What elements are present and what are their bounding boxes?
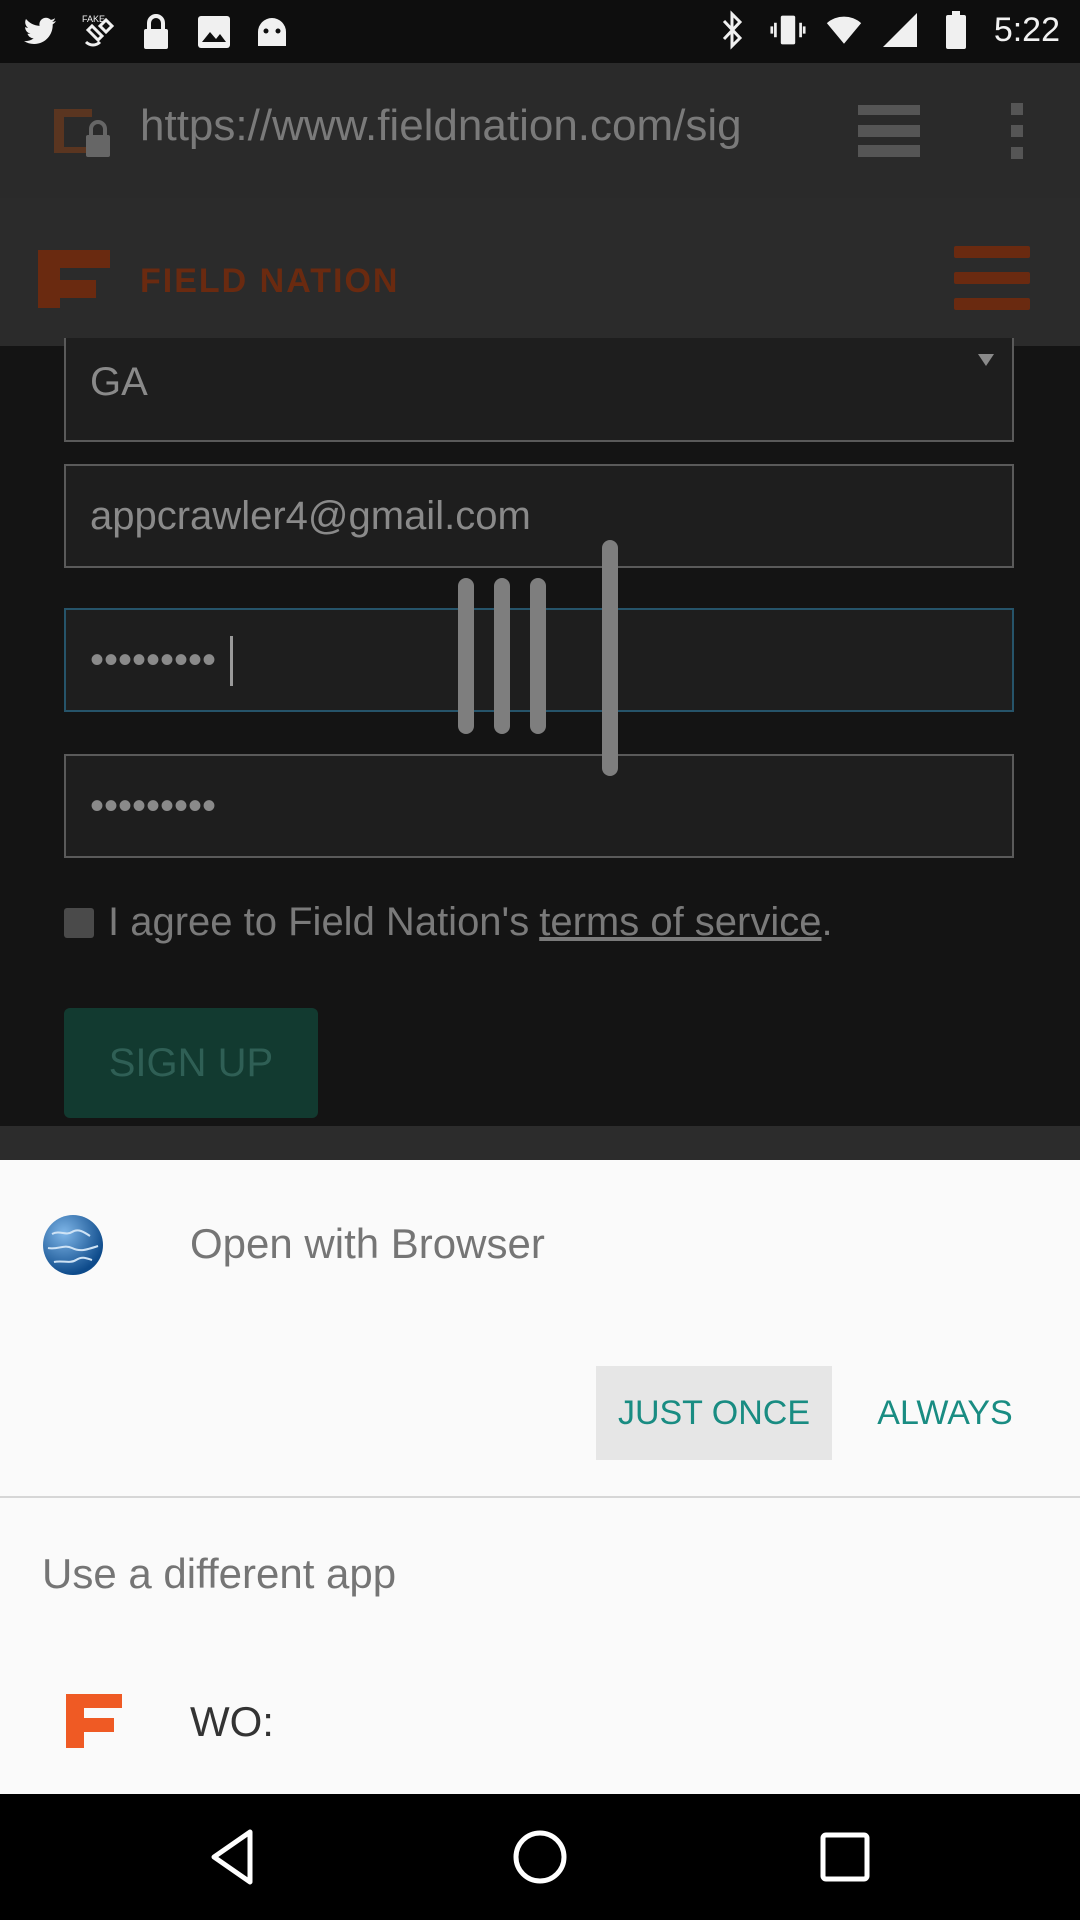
field-nation-logo-icon [38,242,110,308]
state-value: GA [90,360,148,404]
system-icons: 5:22 [714,10,1060,50]
text-cursor [230,636,233,686]
notification-icons: FAKE [22,12,290,52]
loading-indicator-icon [458,540,628,776]
agree-text: I agree to Field Nation's [108,900,530,944]
clock: 5:22 [993,10,1060,49]
lock-icon [138,12,174,52]
password-value: ••••••••• [90,638,217,682]
recents-icon[interactable] [810,1822,880,1892]
dialog-title: Open with Browser [190,1220,545,1267]
app-chooser: Use a different app WO: [0,1498,1080,1794]
terms-link[interactable]: terms of service [539,900,821,944]
app-option-wo[interactable]: WO: [0,1668,1080,1778]
agree-checkbox[interactable] [64,907,94,938]
browser-globe-icon [42,1214,104,1276]
status-bar: FAKE 5:22 [0,0,1080,63]
bluetooth-icon [714,10,750,50]
dropdown-arrow-icon [978,354,994,366]
app-name: WO: [190,1698,274,1745]
always-button[interactable]: ALWAYS [860,1366,1030,1460]
signup-form: GA appcrawler4@gmail.com ••••••••• •••••… [0,338,1080,1160]
terms-agreement: I agree to Field Nation's terms of servi… [64,900,833,945]
fake-gps-icon: FAKE [80,12,116,52]
site-name: FIELD NATION [140,262,400,300]
email-value: appcrawler4@gmail.com [90,494,531,538]
image-icon [196,12,232,52]
back-icon[interactable] [200,1822,270,1892]
browser-toolbar: https://www.fieldnation.com/sig [0,63,1080,198]
url-bar[interactable]: https://www.fieldnation.com/sig [140,101,805,151]
battery-icon [938,10,974,50]
home-icon[interactable] [505,1822,575,1892]
just-once-button[interactable]: JUST ONCE [596,1366,832,1460]
confirm-password-value: ••••••••• [90,784,217,828]
overflow-menu-icon[interactable] [1002,101,1032,161]
twitter-icon [22,12,58,52]
vibrate-icon [770,10,806,50]
navigation-bar [0,1794,1080,1920]
open-with-dialog: Open with Browser JUST ONCE ALWAYS [0,1160,1080,1498]
scrim-edge [0,1126,1080,1160]
android-debug-icon [254,12,290,52]
state-select[interactable]: GA [64,338,1014,442]
tabs-icon[interactable] [858,105,920,157]
agree-period: . [821,900,833,944]
signup-button[interactable]: SIGN UP [64,1008,318,1118]
secure-page-icon [50,105,120,165]
wifi-icon [826,10,862,50]
hamburger-menu-icon[interactable] [954,246,1030,310]
site-header: FIELD NATION [0,198,1080,348]
field-nation-app-icon [64,1690,124,1750]
signal-icon [882,10,918,50]
use-different-app-label: Use a different app [42,1550,397,1597]
